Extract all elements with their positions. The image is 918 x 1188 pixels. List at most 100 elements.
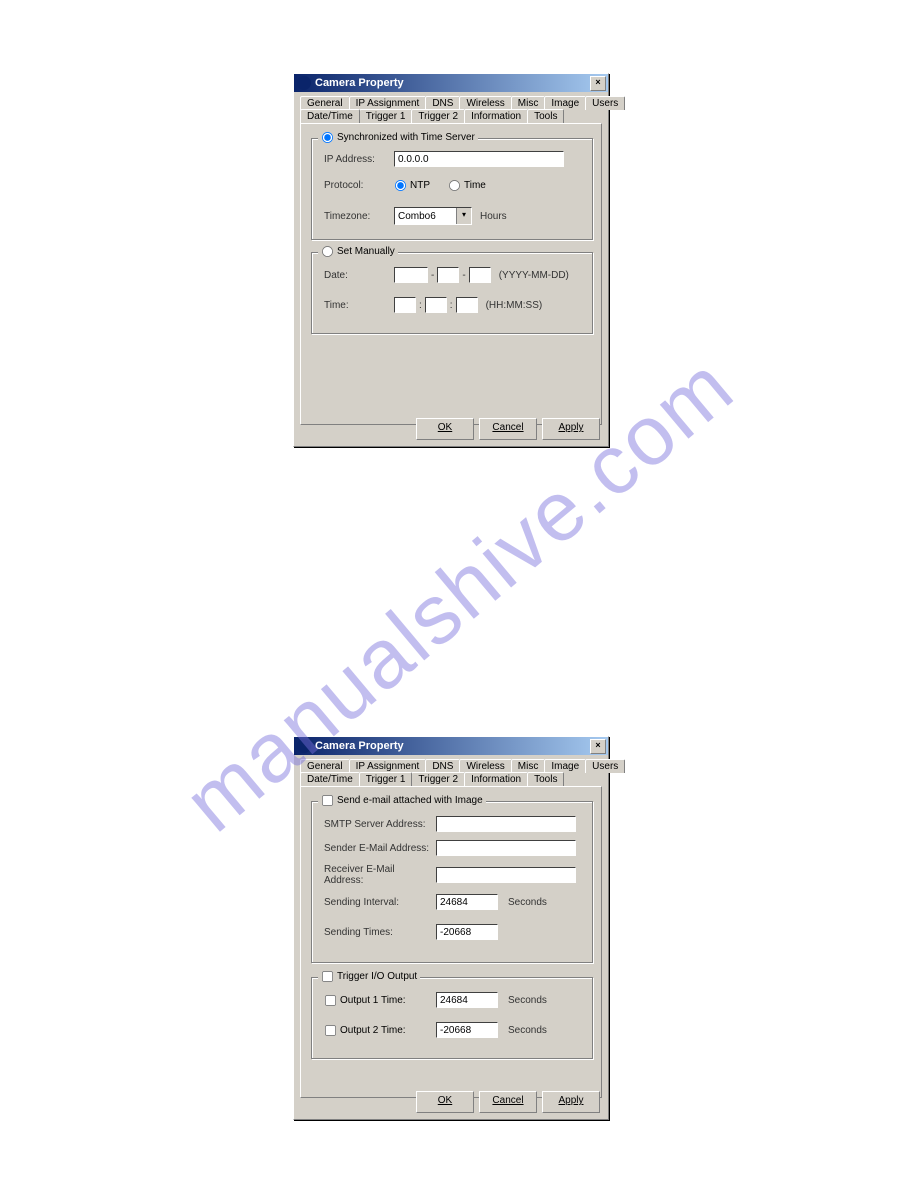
app-icon: [297, 76, 311, 90]
label-sending-times: Sending Times:: [324, 927, 436, 938]
cancel-button[interactable]: Cancel: [479, 418, 537, 440]
tab-image[interactable]: Image: [544, 96, 586, 110]
input-interval[interactable]: [436, 894, 498, 910]
label-ip-address: IP Address:: [324, 154, 394, 165]
tab-trigger-2[interactable]: Trigger 2: [411, 109, 465, 123]
radio-ntp[interactable]: [395, 180, 406, 191]
sep-date-1: -: [431, 270, 434, 281]
input-date-m[interactable]: [437, 267, 459, 283]
tab-dns[interactable]: DNS: [425, 96, 460, 110]
combo-timezone-value: Combo6: [395, 211, 456, 222]
label-timezone: Timezone:: [324, 211, 394, 222]
cancel-button[interactable]: Cancel: [479, 1091, 537, 1113]
tab-ip-assignment[interactable]: IP Assignment: [349, 96, 427, 110]
group-send-email: Send e-mail attached with Image SMTP Ser…: [311, 801, 593, 963]
label-interval-unit: Seconds: [508, 897, 547, 908]
input-sender[interactable]: [436, 840, 576, 856]
tab-tools[interactable]: Tools: [527, 772, 564, 786]
legend-manual-label: Set Manually: [337, 246, 395, 257]
dialog-camera-property-trigger1: Camera Property × General IP Assignment …: [293, 736, 609, 1120]
checkbox-output2-wrap[interactable]: Output 2 Time:: [324, 1024, 436, 1037]
radio-time[interactable]: [449, 180, 460, 191]
input-output1[interactable]: [436, 992, 498, 1008]
sep-time-2: :: [450, 300, 453, 311]
ok-button[interactable]: OK: [416, 418, 474, 440]
window-title: Camera Property: [315, 77, 590, 89]
tab-information[interactable]: Information: [464, 109, 528, 123]
legend-manual[interactable]: Set Manually: [318, 245, 398, 258]
tab-general[interactable]: General: [300, 96, 350, 110]
checkbox-output1-wrap[interactable]: Output 1 Time:: [324, 994, 436, 1007]
tab-trigger-1[interactable]: Trigger 1: [359, 109, 413, 123]
chevron-down-icon[interactable]: ▾: [456, 208, 471, 224]
radio-sync-server[interactable]: [322, 132, 333, 143]
combo-timezone[interactable]: Combo6 ▾: [394, 207, 472, 225]
legend-io[interactable]: Trigger I/O Output: [318, 970, 420, 983]
input-time-h[interactable]: [394, 297, 416, 313]
radio-ntp-wrap[interactable]: NTP: [394, 179, 430, 192]
input-sending-times[interactable]: [436, 924, 498, 940]
dialog-buttons: OK Cancel Apply: [416, 418, 600, 440]
tab-users[interactable]: Users: [585, 759, 625, 773]
input-smtp[interactable]: [436, 816, 576, 832]
tab-wireless[interactable]: Wireless: [459, 759, 511, 773]
tab-row-1: General IP Assignment DNS Wireless Misc …: [294, 755, 608, 773]
label-date: Date:: [324, 270, 394, 281]
apply-button[interactable]: Apply: [542, 418, 600, 440]
radio-time-wrap[interactable]: Time: [448, 179, 486, 192]
tab-wireless[interactable]: Wireless: [459, 96, 511, 110]
tab-date-time[interactable]: Date/Time: [300, 109, 360, 123]
tab-trigger-2[interactable]: Trigger 2: [411, 772, 465, 786]
checkbox-trigger-io[interactable]: [322, 971, 333, 982]
group-sync-time-server: Synchronized with Time Server IP Address…: [311, 138, 593, 240]
legend-email[interactable]: Send e-mail attached with Image: [318, 794, 486, 807]
radio-set-manually[interactable]: [322, 246, 333, 257]
group-set-manually: Set Manually Date: - - (YYYY-MM-DD) Time…: [311, 252, 593, 334]
input-time-s[interactable]: [456, 297, 478, 313]
label-protocol: Protocol:: [324, 180, 394, 191]
label-time-manual: Time:: [324, 300, 394, 311]
legend-io-label: Trigger I/O Output: [337, 971, 417, 982]
tab-date-time[interactable]: Date/Time: [300, 772, 360, 786]
tab-row-1: General IP Assignment DNS Wireless Misc …: [294, 92, 608, 110]
label-output1-unit: Seconds: [508, 995, 547, 1006]
tab-information[interactable]: Information: [464, 772, 528, 786]
legend-sync[interactable]: Synchronized with Time Server: [318, 131, 478, 144]
tab-misc[interactable]: Misc: [511, 96, 546, 110]
input-output2[interactable]: [436, 1022, 498, 1038]
label-output2: Output 2 Time:: [340, 1025, 406, 1036]
input-date-d[interactable]: [469, 267, 491, 283]
tab-users[interactable]: Users: [585, 96, 625, 110]
tab-tools[interactable]: Tools: [527, 109, 564, 123]
label-hours: Hours: [480, 211, 507, 222]
input-time-m[interactable]: [425, 297, 447, 313]
checkbox-output1[interactable]: [325, 994, 336, 1005]
apply-button[interactable]: Apply: [542, 1091, 600, 1113]
label-receiver: Receiver E-Mail Address:: [324, 864, 436, 886]
label-sender: Sender E-Mail Address:: [324, 843, 436, 854]
tab-row-2: Date/Time Trigger 1 Trigger 2 Informatio…: [294, 772, 608, 786]
legend-sync-label: Synchronized with Time Server: [337, 132, 475, 143]
tab-ip-assignment[interactable]: IP Assignment: [349, 759, 427, 773]
input-date-y[interactable]: [394, 267, 428, 283]
tab-misc[interactable]: Misc: [511, 759, 546, 773]
tab-trigger-1[interactable]: Trigger 1: [359, 772, 413, 786]
label-output1: Output 1 Time:: [340, 995, 406, 1006]
close-icon[interactable]: ×: [590, 76, 606, 91]
ok-button[interactable]: OK: [416, 1091, 474, 1113]
label-output2-unit: Seconds: [508, 1025, 547, 1036]
checkbox-output2[interactable]: [325, 1024, 336, 1035]
checkbox-send-email[interactable]: [322, 795, 333, 806]
close-icon[interactable]: ×: [590, 739, 606, 754]
tab-row-2: Date/Time Trigger 1 Trigger 2 Informatio…: [294, 109, 608, 123]
sep-time-1: :: [419, 300, 422, 311]
app-icon: [297, 739, 311, 753]
tab-image[interactable]: Image: [544, 759, 586, 773]
input-receiver[interactable]: [436, 867, 576, 883]
tab-dns[interactable]: DNS: [425, 759, 460, 773]
hint-time: (HH:MM:SS): [486, 300, 543, 311]
tab-general[interactable]: General: [300, 759, 350, 773]
input-ip-address[interactable]: [394, 151, 564, 167]
titlebar: Camera Property ×: [294, 74, 608, 92]
window-title: Camera Property: [315, 740, 590, 752]
